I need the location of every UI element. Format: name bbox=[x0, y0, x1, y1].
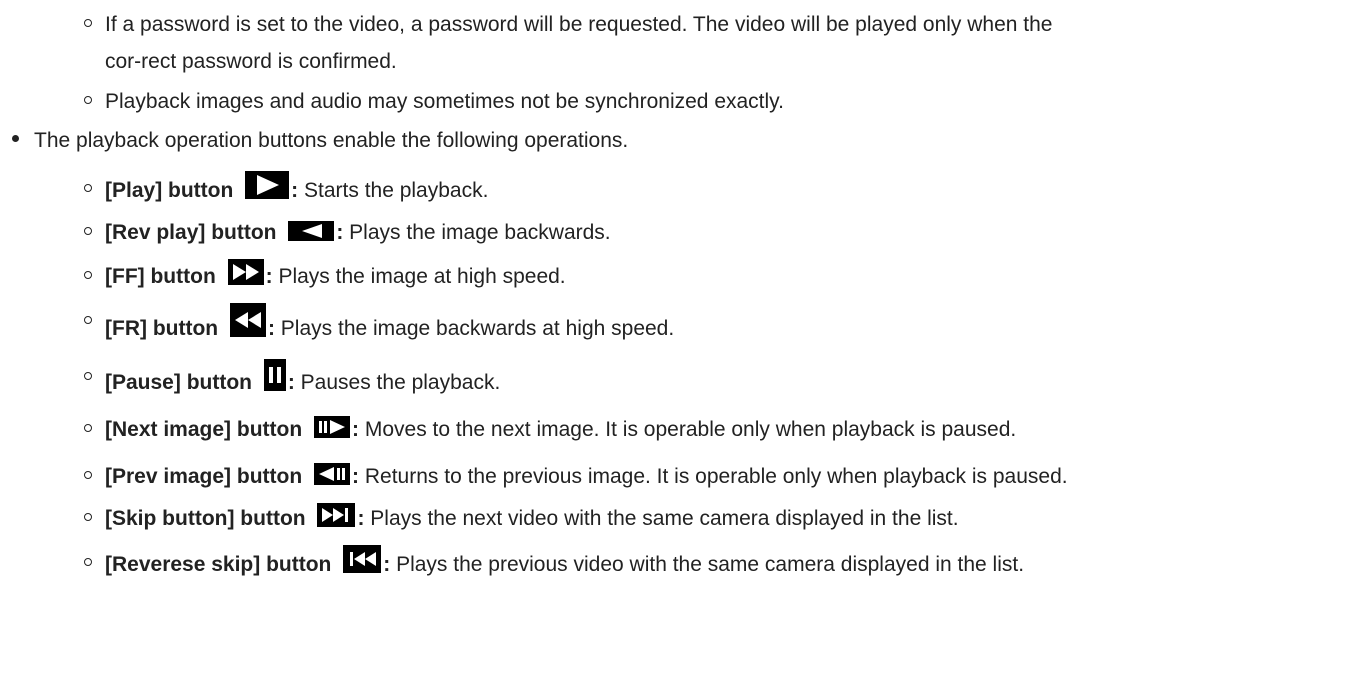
button-description: Plays the image backwards at high speed. bbox=[274, 317, 675, 340]
button-description: Plays the image backwards. bbox=[343, 221, 611, 244]
reverse-play-icon bbox=[288, 221, 335, 241]
list-item-rev-play: [Rev play] button : Plays the image back… bbox=[0, 214, 1354, 251]
button-description: Plays the image at high speed. bbox=[272, 265, 566, 288]
play-icon bbox=[245, 171, 290, 199]
button-description: Plays the previous video with the same c… bbox=[390, 553, 1025, 576]
operations-intro: The playback operation buttons enable th… bbox=[0, 122, 1354, 159]
list-item-play: [Play] button : Starts the playback. bbox=[0, 171, 1354, 209]
list-item-skip: [Skip button] button : Plays the next vi… bbox=[0, 500, 1354, 537]
button-label: [FR] button bbox=[105, 317, 219, 340]
list-item-next-image: [Next image] button : Moves to the next … bbox=[0, 411, 1354, 448]
button-label: [FF] button bbox=[105, 265, 216, 288]
notes-list: If a password is set to the video, a pas… bbox=[0, 6, 1354, 120]
button-label: [Prev image] button bbox=[105, 465, 303, 488]
list-item-reverse-skip: [Reverese skip] button : Plays the previ… bbox=[0, 545, 1354, 583]
button-label: [Play] button bbox=[105, 179, 234, 202]
button-description: Moves to the next image. It is operable … bbox=[359, 418, 1017, 441]
button-description: Pauses the playback. bbox=[294, 371, 501, 394]
list-item-ff: [FF] button : Plays the image at high sp… bbox=[0, 258, 1354, 295]
list-item-prev-image: [Prev image] button : Returns to the pre… bbox=[0, 458, 1354, 495]
operations-list: The playback operation buttons enable th… bbox=[0, 122, 1354, 159]
list-item-fr: [FR] button : Plays the image backwards … bbox=[0, 303, 1354, 347]
buttons-list: [Play] button : Starts the playback. [Re… bbox=[0, 171, 1354, 583]
skip-previous-icon bbox=[343, 545, 382, 573]
button-label: [Skip button] button bbox=[105, 507, 306, 530]
button-label: [Pause] button bbox=[105, 371, 252, 394]
button-label: [Rev play] button bbox=[105, 221, 277, 244]
pause-icon bbox=[263, 359, 286, 391]
skip-next-icon bbox=[317, 503, 356, 527]
note-sync: Playback images and audio may sometimes … bbox=[0, 83, 1354, 120]
next-frame-icon bbox=[314, 416, 351, 438]
button-description: Starts the playback. bbox=[298, 179, 489, 202]
document-body: If a password is set to the video, a pas… bbox=[0, 0, 1354, 583]
fast-forward-icon bbox=[227, 259, 264, 285]
button-description: Plays the next video with the same camer… bbox=[364, 507, 959, 530]
button-label: [Next image] button bbox=[105, 418, 303, 441]
button-label: [Reverese skip] button bbox=[105, 553, 332, 576]
fast-rewind-icon bbox=[229, 303, 266, 337]
list-item-pause: [Pause] button : Pauses the playback. bbox=[0, 359, 1354, 401]
button-description: Returns to the previous image. It is ope… bbox=[359, 465, 1068, 488]
note-password: If a password is set to the video, a pas… bbox=[0, 6, 1354, 80]
prev-frame-icon bbox=[314, 463, 351, 485]
